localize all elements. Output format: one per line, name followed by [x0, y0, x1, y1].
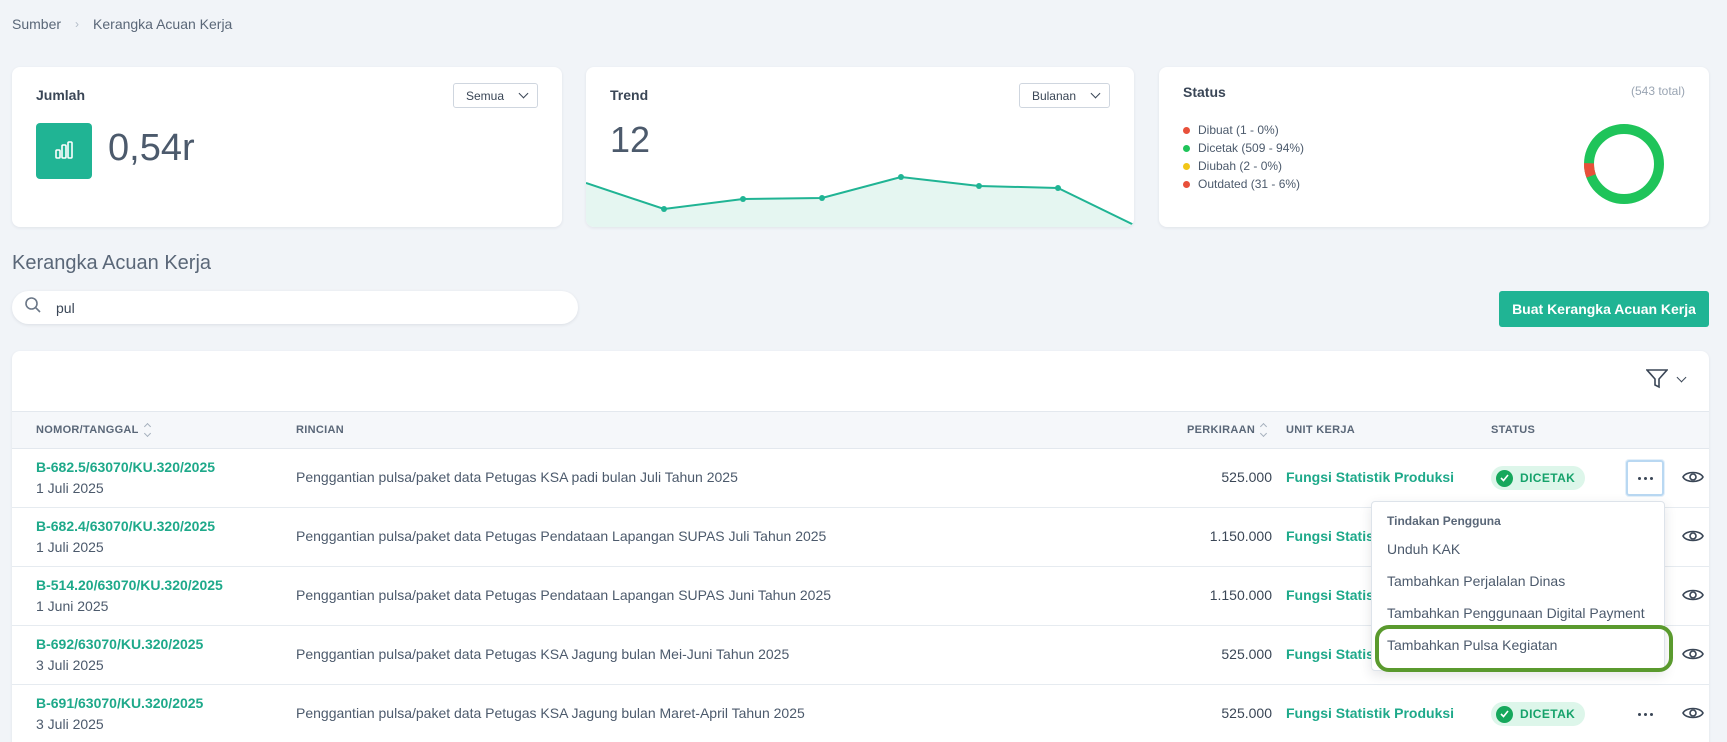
chevron-right-icon: ›	[75, 17, 80, 31]
menu-header: Tindakan Pengguna	[1387, 514, 1501, 528]
row-unit-link[interactable]: Fungsi Statis	[1286, 528, 1374, 544]
trend-point	[661, 206, 667, 212]
breadcrumb: Sumber › Kerangka Acuan Kerja	[12, 16, 232, 32]
row-perkiraan: 1.150.000	[1209, 587, 1272, 603]
header-unit: UNIT KERJA	[1286, 424, 1356, 436]
row-nomor-link[interactable]: B-682.5/63070/KU.320/2025	[36, 459, 215, 475]
row-nomor-link[interactable]: B-691/63070/KU.320/2025	[36, 695, 203, 711]
legend-dot	[1183, 162, 1190, 170]
trend-value: 12	[610, 119, 651, 160]
trend-filter-select[interactable]: Bulanan	[1018, 83, 1110, 108]
eye-icon[interactable]	[1682, 528, 1704, 547]
row-unit-link[interactable]: Fungsi Statistik Produksi	[1286, 705, 1454, 721]
jumlah-card: Jumlah Semua 0,54r	[12, 67, 562, 227]
row-rincian: Penggantian pulsa/paket data Petugas Pen…	[296, 587, 832, 603]
row-perkiraan: 525.000	[1221, 469, 1272, 485]
row-unit-link[interactable]: Fungsi Statis	[1286, 646, 1374, 662]
eye-icon[interactable]	[1682, 646, 1704, 665]
status-donut-chart	[1584, 124, 1664, 204]
legend-item: Diubah (2 - 0%)	[1183, 157, 1304, 175]
row-tanggal: 3 Juli 2025	[36, 657, 104, 673]
row-nomor-link[interactable]: B-514.20/63070/KU.320/2025	[36, 577, 223, 593]
row-rincian: Penggantian pulsa/paket data Petugas Pen…	[296, 528, 827, 544]
row-perkiraan: 1.150.000	[1209, 528, 1272, 544]
header-nomor[interactable]: NOMOR/TANGGAL	[36, 422, 151, 438]
row-tanggal: 1 Juli 2025	[36, 539, 104, 555]
search-input[interactable]	[56, 299, 536, 316]
row-unit-link[interactable]: Fungsi Statis	[1286, 587, 1374, 603]
chevron-down-icon	[1090, 88, 1101, 99]
legend-dot	[1183, 126, 1190, 134]
row-tanggal: 1 Juli 2025	[36, 480, 104, 496]
highlight-outline	[1375, 625, 1673, 672]
table-row: B-682.5/63070/KU.320/2025 1 Juli 2025 Pe…	[12, 449, 1709, 508]
trend-point	[898, 174, 904, 180]
search-icon	[24, 296, 42, 319]
row-rincian: Penggantian pulsa/paket data Petugas KSA…	[296, 646, 790, 662]
eye-icon[interactable]	[1682, 705, 1704, 724]
create-kak-button[interactable]: Buat Kerangka Acuan Kerja	[1499, 291, 1709, 327]
trend-card: Trend Bulanan 12	[586, 67, 1134, 227]
row-nomor-link[interactable]: B-682.4/63070/KU.320/2025	[36, 518, 215, 534]
sort-icon	[1260, 422, 1268, 438]
jumlah-title: Jumlah	[36, 87, 86, 103]
row-tanggal: 1 Juni 2025	[36, 598, 109, 614]
trend-point	[976, 183, 982, 189]
row-perkiraan: 525.000	[1221, 705, 1272, 721]
status-title: Status	[1183, 84, 1226, 100]
row-unit-link[interactable]: Fungsi Statistik Produksi	[1286, 469, 1454, 485]
eye-icon[interactable]	[1682, 587, 1704, 606]
legend-dot	[1183, 180, 1190, 188]
breadcrumb-current: Kerangka Acuan Kerja	[93, 16, 233, 32]
trend-filter-value: Bulanan	[1031, 88, 1076, 103]
jumlah-value: 0,54r	[108, 127, 195, 169]
status-legend: Dibuat (1 - 0%) Dicetak (509 - 94%) Diub…	[1183, 121, 1304, 193]
row-rincian: Penggantian pulsa/paket data Petugas KSA…	[296, 705, 805, 721]
legend-item: Outdated (31 - 6%)	[1183, 175, 1304, 193]
chevron-down-icon	[518, 88, 529, 99]
row-tanggal: 3 Juli 2025	[36, 716, 104, 732]
sort-icon	[143, 422, 151, 438]
table-header: NOMOR/TANGGAL RINCIAN PERKIRAAN UNIT KER…	[12, 411, 1709, 449]
jumlah-filter-value: Semua	[465, 88, 504, 103]
status-total: (543 total)	[1630, 84, 1685, 98]
eye-icon[interactable]	[1682, 469, 1704, 488]
filter-icon	[1646, 369, 1668, 389]
jumlah-filter-select[interactable]: Semua	[452, 83, 538, 108]
page-title: Kerangka Acuan Kerja	[12, 252, 212, 274]
header-rincian: RINCIAN	[296, 424, 344, 436]
filter-button[interactable]	[1646, 369, 1687, 389]
trend-title: Trend	[610, 87, 649, 103]
row-actions-button[interactable]	[1626, 696, 1664, 732]
row-nomor-link[interactable]: B-692/63070/KU.320/2025	[36, 636, 203, 652]
header-perkiraan[interactable]: PERKIRAAN	[1187, 422, 1268, 438]
legend-item: Dibuat (1 - 0%)	[1183, 121, 1304, 139]
trend-point	[1055, 185, 1061, 191]
row-rincian: Penggantian pulsa/paket data Petugas KSA…	[296, 469, 738, 485]
search-bar[interactable]	[12, 291, 578, 324]
check-icon	[1496, 705, 1513, 723]
check-icon	[1496, 469, 1513, 487]
status-badge: DICETAK	[1491, 702, 1586, 726]
menu-item-perjalanan-dinas[interactable]: Tambahkan Perjalalan Dinas	[1387, 573, 1565, 589]
trend-point	[819, 195, 825, 201]
header-status: STATUS	[1491, 424, 1536, 436]
row-actions-button[interactable]	[1626, 460, 1664, 496]
table-row: B-691/63070/KU.320/2025 3 Juli 2025 Peng…	[12, 685, 1709, 742]
bar-chart-icon	[36, 123, 92, 179]
chevron-down-icon	[1676, 372, 1687, 382]
trend-point	[740, 196, 746, 202]
status-badge: DICETAK	[1491, 466, 1586, 490]
trend-sparkline	[586, 174, 1134, 227]
breadcrumb-root[interactable]: Sumber	[12, 16, 61, 32]
legend-item: Dicetak (509 - 94%)	[1183, 139, 1304, 157]
legend-dot	[1183, 144, 1190, 152]
row-perkiraan: 525.000	[1221, 646, 1272, 662]
menu-item-unduh-kak[interactable]: Unduh KAK	[1387, 541, 1460, 557]
menu-item-digital-payment[interactable]: Tambahkan Penggunaan Digital Payment	[1387, 605, 1645, 621]
status-card: Status (543 total) Dibuat (1 - 0%) Dicet…	[1159, 67, 1709, 227]
